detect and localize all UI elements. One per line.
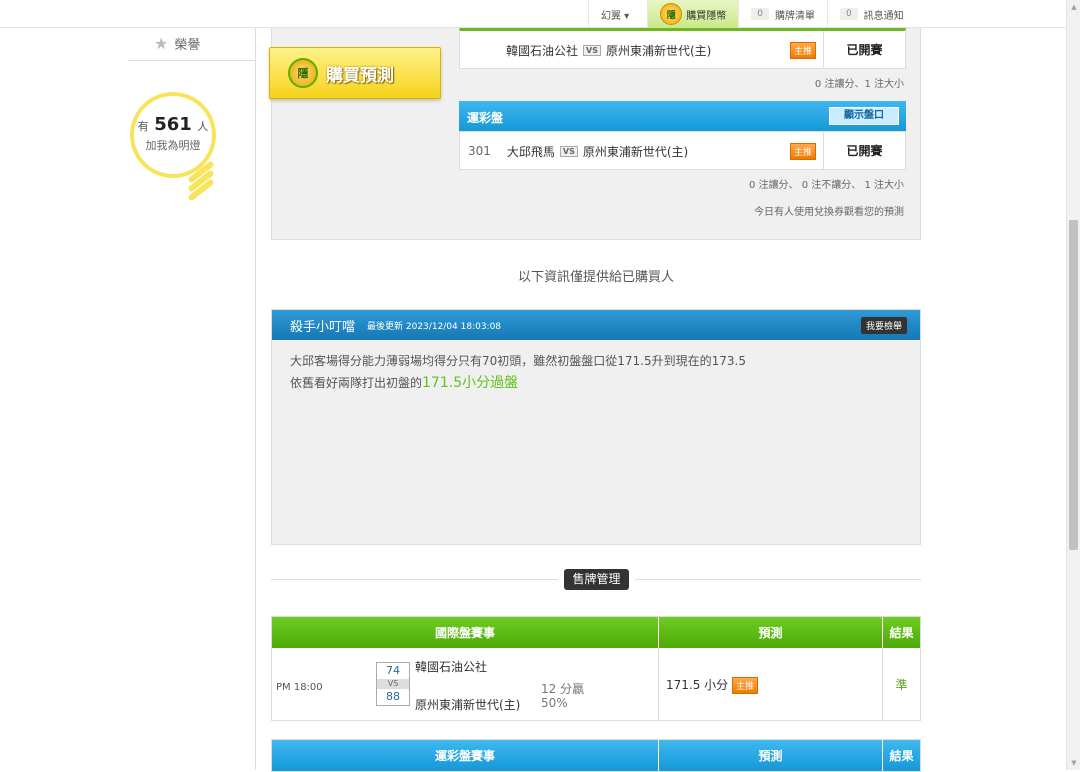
vs-icon: VS (559, 145, 578, 157)
scoreboard: 74 VS 88 (376, 662, 410, 706)
messages-count-badge: 0 (839, 8, 858, 20)
featured-tag: 主推 (790, 143, 817, 160)
vs-label: VS (377, 679, 409, 689)
buy-coins-link[interactable]: 隱 購買隱幣 (647, 0, 739, 28)
col-header-result: 結果 (889, 749, 914, 763)
page-scrollbar[interactable]: ▲ ▼ (1066, 0, 1080, 770)
purchase-panel: 隱 購買預測 韓國石油公社 VS 原州東浦新世代(主) 主推 已開賽 0 注讓分… (269, 28, 921, 240)
col-header-result: 結果 (889, 626, 914, 640)
table-row: PM 18:00 74 VS 88 韓國石油公社 原州東浦新世代(主) 12 分… (272, 648, 920, 720)
game-time: PM 18:00 (276, 682, 323, 693)
buyers-only-notice: 以下資訊僅提供給已購買人 (517, 270, 674, 285)
top-bar: 幻翼 ▾ 隱 購買隱幣 0 購牌清單 0 訊息通知 (0, 0, 1066, 28)
away-score: 88 (386, 690, 400, 703)
lightbulb-base-icon (186, 160, 216, 205)
user-menu[interactable]: 幻翼 ▾ (588, 0, 647, 28)
prediction-cell: 171.5 小分 主推 (659, 648, 883, 720)
home-team: 韓國石油公社 (415, 660, 488, 674)
game-cell: PM 18:00 74 VS 88 韓國石油公社 原州東浦新世代(主) 12 分… (272, 648, 659, 720)
intl-game-card: 韓國石油公社 VS 原州東浦新世代(主) 主推 已開賽 (459, 28, 906, 69)
col-header-game: 運彩盤賽事 (272, 740, 659, 771)
report-button[interactable]: 我要檢舉 (860, 317, 907, 334)
medal-icon: ★ (154, 34, 169, 53)
top-nav: 幻翼 ▾ 隱 購買隱幣 0 購牌清單 0 訊息通知 (588, 0, 916, 28)
cart-count-badge: 0 (751, 8, 769, 20)
prediction-highlight: 171.5小分過盤 (422, 375, 519, 391)
follow-prompt[interactable]: 加我為明燈 (134, 137, 212, 153)
lottery-game-card: 301 大邱飛馬 VS 原州東浦新世代(主) 主推 已開賽 (459, 131, 906, 170)
away-team: 原州東浦新世代(主) (582, 144, 689, 159)
game-number: 301 (468, 144, 491, 158)
prediction-value: 171.5 小分 主推 (666, 676, 759, 694)
cart-label: 購牌清單 (774, 10, 815, 22)
prediction-header: 殺手小叮噹 最後更新 2023/12/04 18:03:08 我要檢舉 (272, 310, 920, 340)
away-team: 原州東浦新世代(主) (415, 698, 521, 712)
intl-table-header: 國際盤賽事 預測 結果 (272, 617, 920, 648)
intl-bet-summary: 0 注讓分、1 注大小 (814, 79, 904, 90)
win-percent: 50% (541, 696, 568, 710)
author-name[interactable]: 殺手小叮噹 (290, 316, 355, 335)
prediction-line-1: 大邱客場得分能力薄弱場均得分只有70初頭，雖然初盤盤口從171.5升到現在的17… (290, 354, 746, 368)
col-header-prediction: 預測 (659, 740, 883, 771)
buy-prediction-button[interactable]: 隱 購買預測 (269, 47, 441, 99)
prediction-box: 殺手小叮噹 最後更新 2023/12/04 18:03:08 我要檢舉 大邱客場… (271, 309, 921, 545)
messages-link[interactable]: 0 訊息通知 (826, 0, 916, 28)
bulb-prefix: 有 (137, 120, 149, 133)
intl-results-table: 國際盤賽事 預測 結果 PM 18:00 74 VS 88 韓國石油公社 原州東… (271, 616, 921, 721)
lottery-title: 運彩盤 (467, 111, 504, 125)
scroll-up-icon[interactable]: ▲ (1067, 0, 1080, 14)
bulb-suffix: 人 (197, 120, 209, 133)
home-team: 韓國石油公社 (506, 43, 579, 58)
home-score: 74 (386, 664, 400, 677)
sale-management-button[interactable]: 售牌管理 (564, 569, 629, 590)
prediction-text: 大邱客場得分能力薄弱場均得分只有70初頭，雖然初盤盤口從171.5升到現在的17… (272, 340, 920, 404)
last-updated: 最後更新 2023/12/04 18:03:08 (367, 321, 502, 332)
sidebar-divider (128, 60, 256, 61)
scroll-thumb[interactable] (1069, 220, 1078, 550)
vs-icon: VS (583, 44, 601, 56)
buy-coins-label: 購買隱幣 (686, 10, 727, 22)
game-status: 已開賽 (823, 31, 905, 68)
featured-tag: 主推 (790, 42, 817, 59)
follower-count: 561 (154, 114, 192, 135)
prediction-line-2: 依舊看好兩隊打出初盤的171.5小分過盤 (290, 372, 902, 394)
col-header-prediction: 預測 (659, 617, 883, 648)
buy-prediction-label: 購買預測 (326, 65, 394, 86)
lottery-table-header: 運彩盤賽事 預測 結果 (272, 740, 920, 771)
scroll-down-icon[interactable]: ▼ (1067, 756, 1080, 770)
spread-result: 12 分贏 (541, 682, 585, 696)
coin-logo-icon: 隱 (288, 58, 318, 88)
prediction-line-2-prefix: 依舊看好兩隊打出初盤的 (290, 376, 423, 390)
rank-label: 榮譽 (174, 38, 201, 53)
rank-item: ★ 榮譽 (154, 34, 200, 53)
result-cell: 準 (895, 677, 908, 692)
lottery-results-table: 運彩盤賽事 預測 結果 (271, 739, 921, 772)
featured-tag: 主推 (732, 677, 759, 694)
home-team: 大邱飛馬 (506, 144, 555, 159)
cart-link[interactable]: 0 購牌清單 (738, 0, 827, 28)
coin-logo-icon: 隱 (660, 3, 683, 25)
prediction-value-text: 171.5 小分 (666, 678, 729, 692)
voucher-note: 今日有人使用兌換券觀看您的預測 (754, 207, 904, 218)
lottery-header: 運彩盤 顯示盤口 (459, 101, 906, 131)
col-header-game: 國際盤賽事 (272, 617, 659, 648)
messages-label: 訊息通知 (863, 10, 904, 22)
sidebar: ★ 榮譽 有 561 人 加我為明燈 (128, 28, 256, 770)
show-odds-button[interactable]: 顯示盤口 (829, 107, 899, 125)
lottery-bet-summary: 0 注讓分、 0 注不讓分、 1 注大小 (749, 180, 904, 191)
away-team: 原州東浦新世代(主) (605, 43, 712, 58)
game-status: 已開賽 (823, 132, 905, 169)
